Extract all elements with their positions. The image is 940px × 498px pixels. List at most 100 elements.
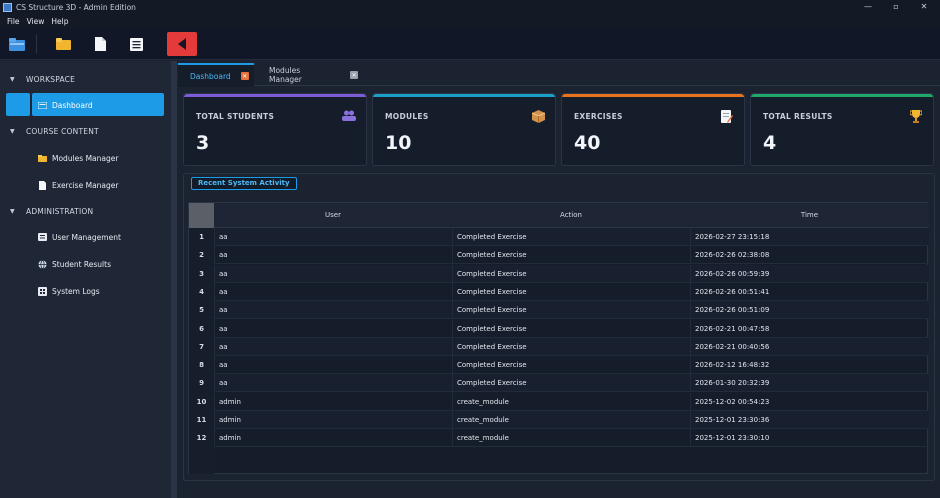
close-icon[interactable]: ✕	[350, 71, 358, 79]
open-folder-button[interactable]	[52, 33, 74, 55]
menu-bar: File View Help	[0, 14, 940, 28]
sidebar-item-student-results[interactable]: Student Results	[0, 253, 172, 275]
menu-view[interactable]: View	[27, 17, 45, 26]
cell-action: Completed Exercise	[452, 374, 690, 393]
sidebar-item-user-management[interactable]: User Management	[0, 226, 172, 248]
table-row[interactable]: 9 aa Completed Exercise 2026-01-30 20:32:39	[189, 374, 929, 393]
row-number: 7	[189, 337, 214, 356]
cell-user: admin	[214, 429, 452, 448]
dashboard-icon	[38, 101, 47, 109]
chevron-down-icon: ▼	[10, 75, 15, 83]
cell-action: create_module	[452, 411, 690, 429]
column-header-time[interactable]: Time	[690, 203, 929, 228]
close-button[interactable]: ✕	[910, 0, 938, 14]
row-number: 6	[189, 319, 214, 338]
stat-card-modules: MODULES 10	[372, 93, 556, 166]
cell-user: admin	[214, 392, 452, 411]
cell-user: aa	[214, 228, 452, 246]
section-workspace[interactable]: ▼ WORKSPACE	[0, 70, 75, 88]
table-row[interactable]: 10 admin create_module 2025-12-02 00:54:23	[189, 392, 929, 411]
chevron-down-icon: ▼	[10, 127, 15, 135]
table-row[interactable]: 1 aa Completed Exercise 2026-02-27 23:15:18	[189, 228, 929, 246]
sidebar-item-exercise-manager[interactable]: Exercise Manager	[0, 174, 172, 196]
stat-value: 4	[763, 132, 777, 154]
memo-icon	[720, 110, 734, 124]
users-icon	[342, 110, 356, 124]
cell-action: create_module	[452, 392, 690, 411]
cell-action: Completed Exercise	[452, 282, 690, 301]
sidebar-item-label: System Logs	[52, 286, 100, 296]
cell-time: 2026-02-21 00:47:58	[690, 319, 929, 338]
folder-icon	[38, 154, 47, 162]
folder-icon	[55, 38, 71, 50]
menu-file[interactable]: File	[7, 17, 20, 26]
cell-time: 2026-01-30 20:32:39	[690, 374, 929, 393]
sidebar-item-system-logs[interactable]: System Logs	[0, 280, 172, 302]
chevron-down-icon: ▼	[10, 207, 15, 215]
cell-action: Completed Exercise	[452, 264, 690, 283]
row-number: 1	[189, 228, 214, 246]
close-icon[interactable]: ✕	[240, 72, 249, 80]
tab-dashboard[interactable]: Dashboard ✕	[178, 63, 254, 87]
table-row[interactable]: 7 aa Completed Exercise 2026-02-21 00:40:56	[189, 337, 929, 356]
cell-time: 2026-02-26 00:51:09	[690, 301, 929, 320]
home-button[interactable]	[6, 33, 28, 55]
window-title: CS Structure 3D - Admin Edition	[16, 2, 136, 12]
sidebar-item-modules-manager[interactable]: Modules Manager	[0, 147, 172, 169]
table-row[interactable]: 11 admin create_module 2025-12-01 23:30:36	[189, 411, 929, 429]
column-header-action[interactable]: Action	[452, 203, 690, 228]
stat-label: TOTAL STUDENTS	[196, 112, 275, 121]
cell-action: create_module	[452, 429, 690, 448]
column-header-user[interactable]: User	[214, 203, 452, 228]
sidebar-item-dashboard[interactable]: Dashboard	[0, 94, 172, 116]
table-corner[interactable]	[189, 203, 214, 228]
globe-icon	[38, 259, 47, 269]
user-card-icon	[38, 233, 47, 241]
cell-user: aa	[214, 301, 452, 320]
cell-action: Completed Exercise	[452, 246, 690, 265]
row-number: 3	[189, 264, 214, 283]
sidebar-splitter[interactable]	[172, 61, 177, 498]
sidebar-item-label: User Management	[52, 232, 121, 242]
section-course-content[interactable]: ▼ COURSE CONTENT	[0, 122, 99, 140]
grid-icon	[38, 286, 47, 296]
minimize-button[interactable]: —	[854, 0, 882, 14]
new-file-button[interactable]	[89, 33, 111, 55]
cell-user: aa	[214, 337, 452, 356]
table-row[interactable]: 4 aa Completed Exercise 2026-02-26 00:51:41	[189, 282, 929, 301]
package-icon	[531, 110, 545, 124]
table-row[interactable]: 6 aa Completed Exercise 2026-02-21 00:47:58	[189, 319, 929, 338]
cell-action: Completed Exercise	[452, 301, 690, 320]
row-number: 2	[189, 246, 214, 265]
cell-time: 2026-02-26 00:51:41	[690, 282, 929, 301]
table-row[interactable]: 3 aa Completed Exercise 2026-02-26 00:59:39	[189, 264, 929, 283]
app-icon	[3, 2, 12, 12]
table-row[interactable]: 5 aa Completed Exercise 2026-02-26 00:51:09	[189, 301, 929, 320]
section-administration[interactable]: ▼ ADMINISTRATION	[0, 202, 93, 220]
cell-user: aa	[214, 356, 452, 375]
table-row[interactable]: 12 admin create_module 2025-12-01 23:30:10	[189, 429, 929, 448]
file-icon	[94, 37, 106, 51]
sidebar-item-label: Exercise Manager	[52, 180, 119, 190]
cell-action: Completed Exercise	[452, 356, 690, 375]
maximize-button[interactable]: ▫	[882, 0, 910, 14]
row-number: 8	[189, 356, 214, 375]
cell-time: 2025-12-02 00:54:23	[690, 392, 929, 411]
table-row[interactable]: 2 aa Completed Exercise 2026-02-26 02:38:08	[189, 246, 929, 265]
cell-time: 2025-12-01 23:30:10	[690, 429, 929, 448]
cell-time: 2026-02-27 23:15:18	[690, 228, 929, 246]
cell-user: aa	[214, 319, 452, 338]
tab-modules-manager[interactable]: Modules Manager ✕	[258, 63, 358, 87]
table-row[interactable]: 8 aa Completed Exercise 2026-02-12 16:48:32	[189, 356, 929, 375]
back-button[interactable]	[167, 32, 197, 56]
cell-action: Completed Exercise	[452, 319, 690, 338]
row-number: 4	[189, 282, 214, 301]
menu-help[interactable]: Help	[51, 17, 68, 26]
list-button[interactable]	[125, 33, 147, 55]
section-label: ADMINISTRATION	[26, 206, 94, 216]
row-number: 9	[189, 374, 214, 393]
cell-time: 2026-02-21 00:40:56	[690, 337, 929, 356]
cell-time: 2026-02-26 02:38:08	[690, 246, 929, 265]
stat-card-total-results: TOTAL RESULTS 4	[750, 93, 934, 166]
cell-time: 2026-02-26 00:59:39	[690, 264, 929, 283]
